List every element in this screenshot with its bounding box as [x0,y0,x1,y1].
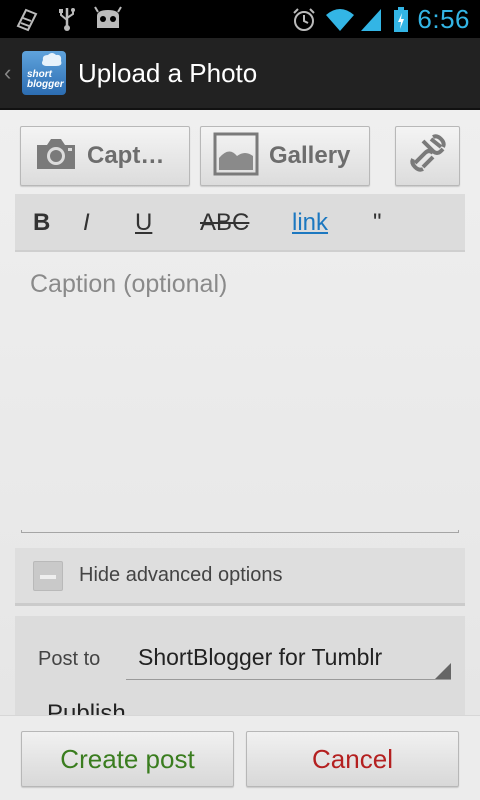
post-to-label: Post to [38,648,101,670]
post-to-value: ShortBlogger for Tumblr [138,644,383,670]
signal-icon [359,7,385,33]
insert-link-button[interactable]: link [292,209,328,237]
link-chain-icon [407,133,449,180]
app-icon[interactable]: short blogger [22,51,66,95]
status-clock: 6:56 [417,4,470,34]
gallery-icon [213,132,259,181]
collapse-checkbox[interactable] [33,560,63,591]
content-area: Capt… Gallery B I U ABC link " Hide adva… [0,110,480,715]
publish-option-label: Publish [47,700,126,715]
page-title: Upload a Photo [78,57,258,88]
battery-charging-icon [393,6,409,33]
up-navigation-icon[interactable]: ‹ [4,60,18,86]
usb-icon [54,6,80,32]
post-to-dropdown[interactable]: ShortBlogger for Tumblr [126,640,451,680]
app-icon-text: blogger [27,79,64,90]
formatting-toolbar: B I U ABC link " [15,194,465,252]
caption-input[interactable] [20,270,460,532]
cancel-button[interactable]: Cancel [246,731,459,787]
status-bar: 6:56 [0,0,480,38]
dropdown-corner-icon [435,663,451,679]
underline-button[interactable]: U [135,209,152,237]
bottom-action-bar: Create post Cancel [0,715,480,800]
android-debug-icon [94,6,122,32]
advanced-options-toggle[interactable]: Hide advanced options [15,548,465,606]
notification-icon [14,6,40,32]
action-bar: ‹ short blogger Upload a Photo [0,38,480,110]
create-post-button[interactable]: Create post [21,731,234,787]
gallery-label: Gallery [269,142,351,169]
gallery-button[interactable]: Gallery [200,126,370,186]
link-button[interactable] [395,126,460,186]
capture-label: Capt… [87,142,165,169]
wifi-icon [325,7,355,33]
alarm-icon [291,7,317,33]
advanced-options-panel: Post to ShortBlogger for Tumblr Publish [15,616,465,715]
italic-button[interactable]: I [83,209,90,237]
strikethrough-button[interactable]: ABC [200,209,249,237]
capture-photo-button[interactable]: Capt… [20,126,190,186]
caption-underline [21,530,459,533]
quote-button[interactable]: " [373,209,382,237]
camera-icon [35,137,77,176]
advanced-options-label: Hide advanced options [79,564,283,586]
bold-button[interactable]: B [33,209,50,237]
